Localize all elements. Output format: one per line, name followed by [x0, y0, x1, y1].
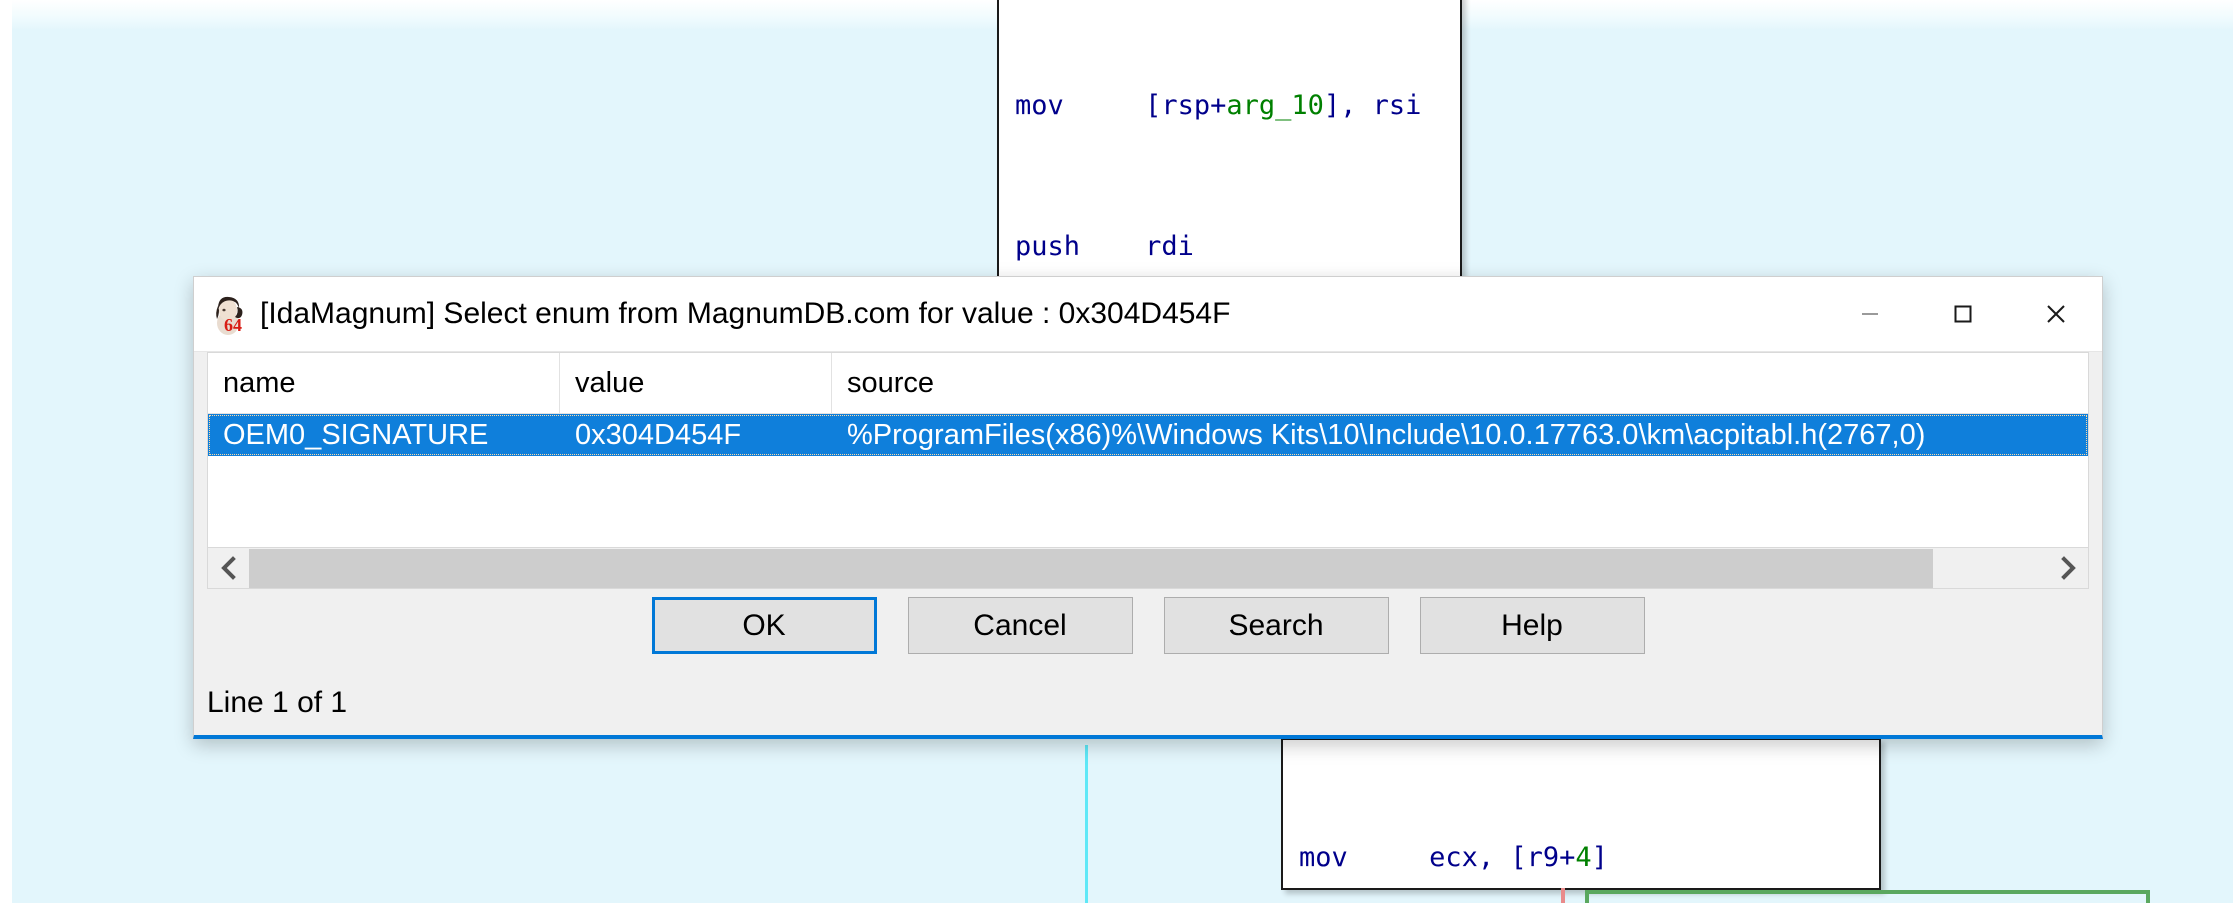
close-icon[interactable] — [2009, 277, 2102, 351]
column-header-value[interactable]: value — [560, 353, 832, 413]
status-bar: Line 1 of 1 — [194, 671, 2102, 735]
window-controls[interactable] — [1823, 277, 2102, 351]
column-header-source[interactable]: source — [832, 353, 2088, 413]
cell-name: OEM0_SIGNATURE — [223, 418, 489, 451]
table-row[interactable]: OEM0_SIGNATURE 0x304D454F %ProgramFiles(… — [208, 414, 2088, 456]
search-button[interactable]: Search — [1163, 597, 1389, 654]
horizontal-scrollbar[interactable] — [207, 548, 2089, 589]
svg-text:64: 64 — [224, 315, 242, 335]
disasm-line: push rdi — [1015, 231, 1194, 262]
disasm-line: mov ecx, [r9+4] — [1299, 842, 1608, 873]
disassembly-node-top[interactable]: mov [rsp+arg_10], rsi push rdi sub rsp, … — [997, 0, 1462, 278]
chevron-right-icon[interactable] — [2047, 548, 2088, 588]
chevron-left-icon[interactable] — [208, 548, 249, 588]
dialog-button-row[interactable]: OK Cancel Search Help — [194, 597, 2102, 654]
ida-pro-64-icon: 64 — [208, 293, 250, 335]
column-header-name[interactable]: name — [208, 353, 560, 413]
scrollbar-track[interactable] — [249, 548, 2047, 588]
graph-edge-true-horizontal — [1585, 890, 2150, 894]
graph-edge-true-left — [1585, 890, 1589, 903]
select-enum-dialog[interactable]: 64 [IdaMagnum] Select enum from MagnumDB… — [193, 276, 2103, 739]
dialog-titlebar[interactable]: 64 [IdaMagnum] Select enum from MagnumDB… — [194, 277, 2102, 352]
status-text: Line 1 of 1 — [207, 686, 348, 719]
enum-results-list[interactable]: name value source OEM0_SIGNATURE 0x304D4… — [207, 352, 2089, 548]
disassembly-node-bottom[interactable]: mov ecx, [r9+4] cmp ecx, 24h jbe short l… — [1281, 738, 1881, 890]
help-button[interactable]: Help — [1419, 597, 1645, 654]
dialog-title: [IdaMagnum] Select enum from MagnumDB.co… — [260, 297, 1231, 330]
graph-edge-true-right — [2146, 890, 2150, 903]
cell-source: %ProgramFiles(x86)%\Windows Kits\10\Incl… — [847, 418, 1926, 451]
cell-value: 0x304D454F — [575, 418, 742, 451]
graph-left-margin — [0, 0, 12, 903]
maximize-icon[interactable] — [1916, 277, 2009, 351]
list-empty-space[interactable] — [208, 456, 2088, 547]
scrollbar-thumb[interactable] — [249, 548, 1933, 588]
ok-button[interactable]: OK — [651, 597, 877, 654]
graph-divider-line — [1085, 745, 1088, 903]
cancel-button[interactable]: Cancel — [907, 597, 1133, 654]
minimize-icon[interactable] — [1823, 277, 1916, 351]
list-header-row[interactable]: name value source — [208, 353, 2088, 414]
disasm-line: mov [rsp+arg_10], rsi — [1015, 90, 1422, 121]
graph-edge-false — [1561, 888, 1565, 903]
